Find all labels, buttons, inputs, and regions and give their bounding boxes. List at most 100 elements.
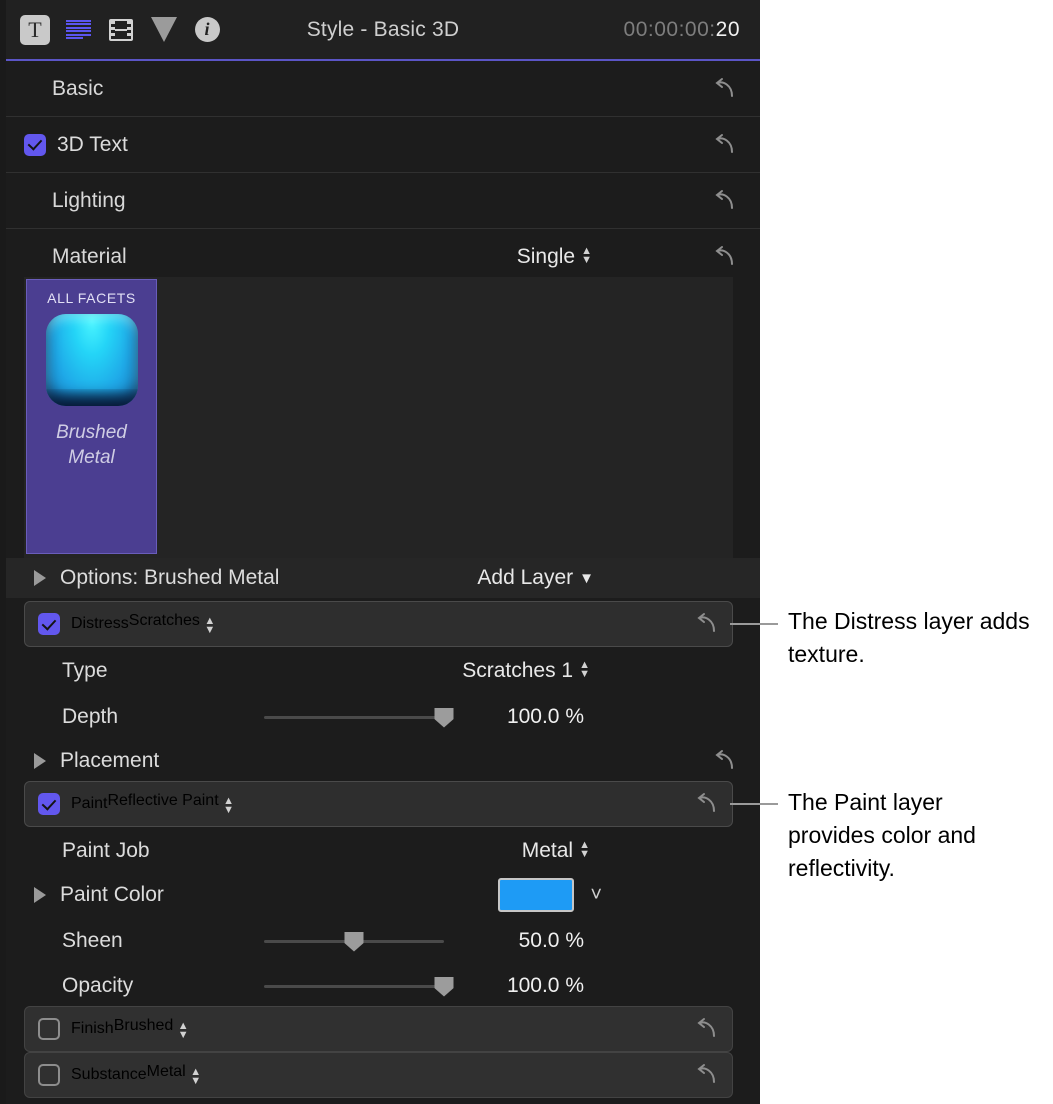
disclosure-triangle-icon[interactable] <box>34 887 46 903</box>
callout-distress: The Distress layer adds texture. <box>788 608 1030 667</box>
checkbox-substance[interactable] <box>38 1064 60 1086</box>
material-name: Brushed Metal <box>56 420 127 470</box>
timecode-frames: 20 <box>715 17 740 41</box>
finish-popup-value: Brushed <box>113 1017 174 1034</box>
facet-label: ALL FACETS <box>47 290 136 306</box>
leader-line-distress <box>730 623 778 625</box>
label-type: Type <box>62 659 108 682</box>
section-label-3d-text: 3D Text <box>57 132 128 156</box>
layer-row-paint[interactable]: Paint Reflective Paint ▲ ▼ <box>24 781 733 827</box>
chevron-updown-icon: ▲ ▼ <box>579 659 590 680</box>
chevron-updown-icon: ▲ ▼ <box>579 839 590 860</box>
paint-job-popup-value: Metal <box>521 839 574 862</box>
opacity-slider[interactable] <box>264 976 454 997</box>
label-placement: Placement <box>60 749 160 772</box>
section-row-lighting[interactable]: Lighting <box>6 173 760 229</box>
label-paint-color: Paint Color <box>60 883 164 906</box>
distress-popup-value: Scratches <box>128 612 200 629</box>
layer-row-substance[interactable]: Substance Metal ▲ ▼ <box>24 1052 733 1098</box>
row-paint-job[interactable]: Paint Job Metal ▲ ▼ <box>6 828 760 874</box>
layer-label-distress: Distress <box>71 615 129 632</box>
reset-icon[interactable] <box>712 748 738 774</box>
layer-label-finish: Finish <box>71 1020 114 1037</box>
section-row-3d-text[interactable]: 3D Text <box>6 117 760 173</box>
reset-icon[interactable] <box>712 132 738 158</box>
substance-popup[interactable]: Metal ▲ ▼ <box>147 1063 201 1087</box>
depth-slider[interactable] <box>264 707 454 728</box>
chevron-updown-icon: ▲ ▼ <box>177 1020 189 1041</box>
label-opacity: Opacity <box>62 974 134 997</box>
opacity-slider-knob[interactable] <box>434 976 454 997</box>
material-preview-well: ALL FACETS Brushed Metal <box>24 277 733 558</box>
disclosure-triangle-icon[interactable] <box>34 570 46 586</box>
row-depth[interactable]: Depth 100.0 % <box>6 694 760 740</box>
material-popup[interactable]: Single ▲ ▼ <box>517 245 592 269</box>
inspector-panel-inner: T i Style - Basic 3D 00:00:00:20 Basic 3… <box>6 0 760 1104</box>
add-layer-label: Add Layer <box>477 566 574 589</box>
options-label: Options: Brushed Metal <box>60 566 280 589</box>
material-thumbnail <box>45 314 138 406</box>
checkbox-finish[interactable] <box>38 1018 60 1040</box>
reset-icon[interactable] <box>712 188 738 214</box>
timecode-base: 00:00:00: <box>623 17 716 41</box>
chevron-down-icon: ▼ <box>579 569 594 587</box>
label-paint-job: Paint Job <box>62 839 150 862</box>
inspector-toolbar: T i Style - Basic 3D 00:00:00:20 <box>6 0 760 61</box>
sheen-value: 50.0 % <box>518 929 584 952</box>
chevron-updown-icon: ▲ ▼ <box>223 795 234 816</box>
chevron-updown-icon: ▲ ▼ <box>204 615 216 636</box>
inspector-panel: T i Style - Basic 3D 00:00:00:20 Basic 3… <box>0 0 760 1104</box>
opacity-value: 100.0 % <box>506 974 584 997</box>
section-label-material: Material <box>52 245 127 268</box>
label-depth: Depth <box>62 705 119 728</box>
sheen-slider[interactable] <box>264 931 444 952</box>
disclosure-triangle-icon[interactable] <box>34 753 46 769</box>
chevron-updown-icon: ▲ ▼ <box>190 1066 202 1087</box>
checkbox-paint[interactable] <box>38 793 60 815</box>
row-opacity[interactable]: Opacity 100.0 % <box>6 963 760 1009</box>
reset-icon[interactable] <box>694 611 720 637</box>
type-popup-value: Scratches 1 <box>462 659 574 682</box>
finish-popup[interactable]: Brushed ▲ ▼ <box>114 1017 189 1041</box>
label-sheen: Sheen <box>62 929 123 952</box>
section-label-basic: Basic <box>52 76 104 100</box>
reset-icon[interactable] <box>712 76 738 102</box>
options-row[interactable]: Options: Brushed Metal Add Layer ▼ <box>6 558 760 598</box>
substance-popup-value: Metal <box>146 1063 186 1080</box>
paint-popup[interactable]: Reflective Paint ▲ ▼ <box>107 792 234 816</box>
row-sheen[interactable]: Sheen 50.0 % <box>6 918 760 964</box>
reset-icon[interactable] <box>712 244 738 270</box>
callout-paint: The Paint layer provides color and refle… <box>788 789 976 881</box>
material-popup-value: Single <box>516 245 576 268</box>
depth-slider-knob[interactable] <box>434 707 454 728</box>
material-card-all-facets[interactable]: ALL FACETS Brushed Metal <box>26 279 157 554</box>
section-row-basic[interactable]: Basic <box>6 61 760 117</box>
paint-popup-value: Reflective Paint <box>107 792 219 809</box>
row-type[interactable]: Type Scratches 1 ▲ ▼ <box>6 648 760 694</box>
reset-icon[interactable] <box>694 791 720 817</box>
material-name-line2: Metal <box>68 447 115 468</box>
layer-row-distress[interactable]: Distress Scratches ▲ ▼ <box>24 601 733 647</box>
paint-job-popup[interactable]: Metal ▲ ▼ <box>522 839 590 863</box>
section-label-lighting: Lighting <box>52 188 126 212</box>
layer-label-substance: Substance <box>71 1066 147 1083</box>
layer-label-paint: Paint <box>71 795 108 812</box>
add-layer-button[interactable]: Add Layer ▼ <box>477 566 594 590</box>
reset-icon[interactable] <box>694 1062 720 1088</box>
leader-line-paint <box>730 803 778 805</box>
type-popup[interactable]: Scratches 1 ▲ ▼ <box>462 659 590 683</box>
reset-icon[interactable] <box>694 1016 720 1042</box>
row-placement[interactable]: Placement <box>6 738 760 784</box>
paint-color-swatch[interactable] <box>498 878 574 912</box>
chevron-updown-icon: ▲ ▼ <box>581 245 592 266</box>
chevron-down-icon[interactable]: ˅ <box>590 885 602 905</box>
layer-row-finish[interactable]: Finish Brushed ▲ ▼ <box>24 1006 733 1052</box>
row-paint-color[interactable]: Paint Color ˅ <box>6 872 760 918</box>
depth-value: 100.0 % <box>506 705 584 728</box>
sheen-slider-knob[interactable] <box>344 931 364 952</box>
checkbox-3d-text[interactable] <box>24 133 46 156</box>
distress-popup[interactable]: Scratches ▲ ▼ <box>129 612 215 636</box>
material-name-line1: Brushed <box>56 422 127 443</box>
checkbox-distress[interactable] <box>38 613 60 635</box>
timecode-display[interactable]: 00:00:00:20 <box>624 18 740 42</box>
